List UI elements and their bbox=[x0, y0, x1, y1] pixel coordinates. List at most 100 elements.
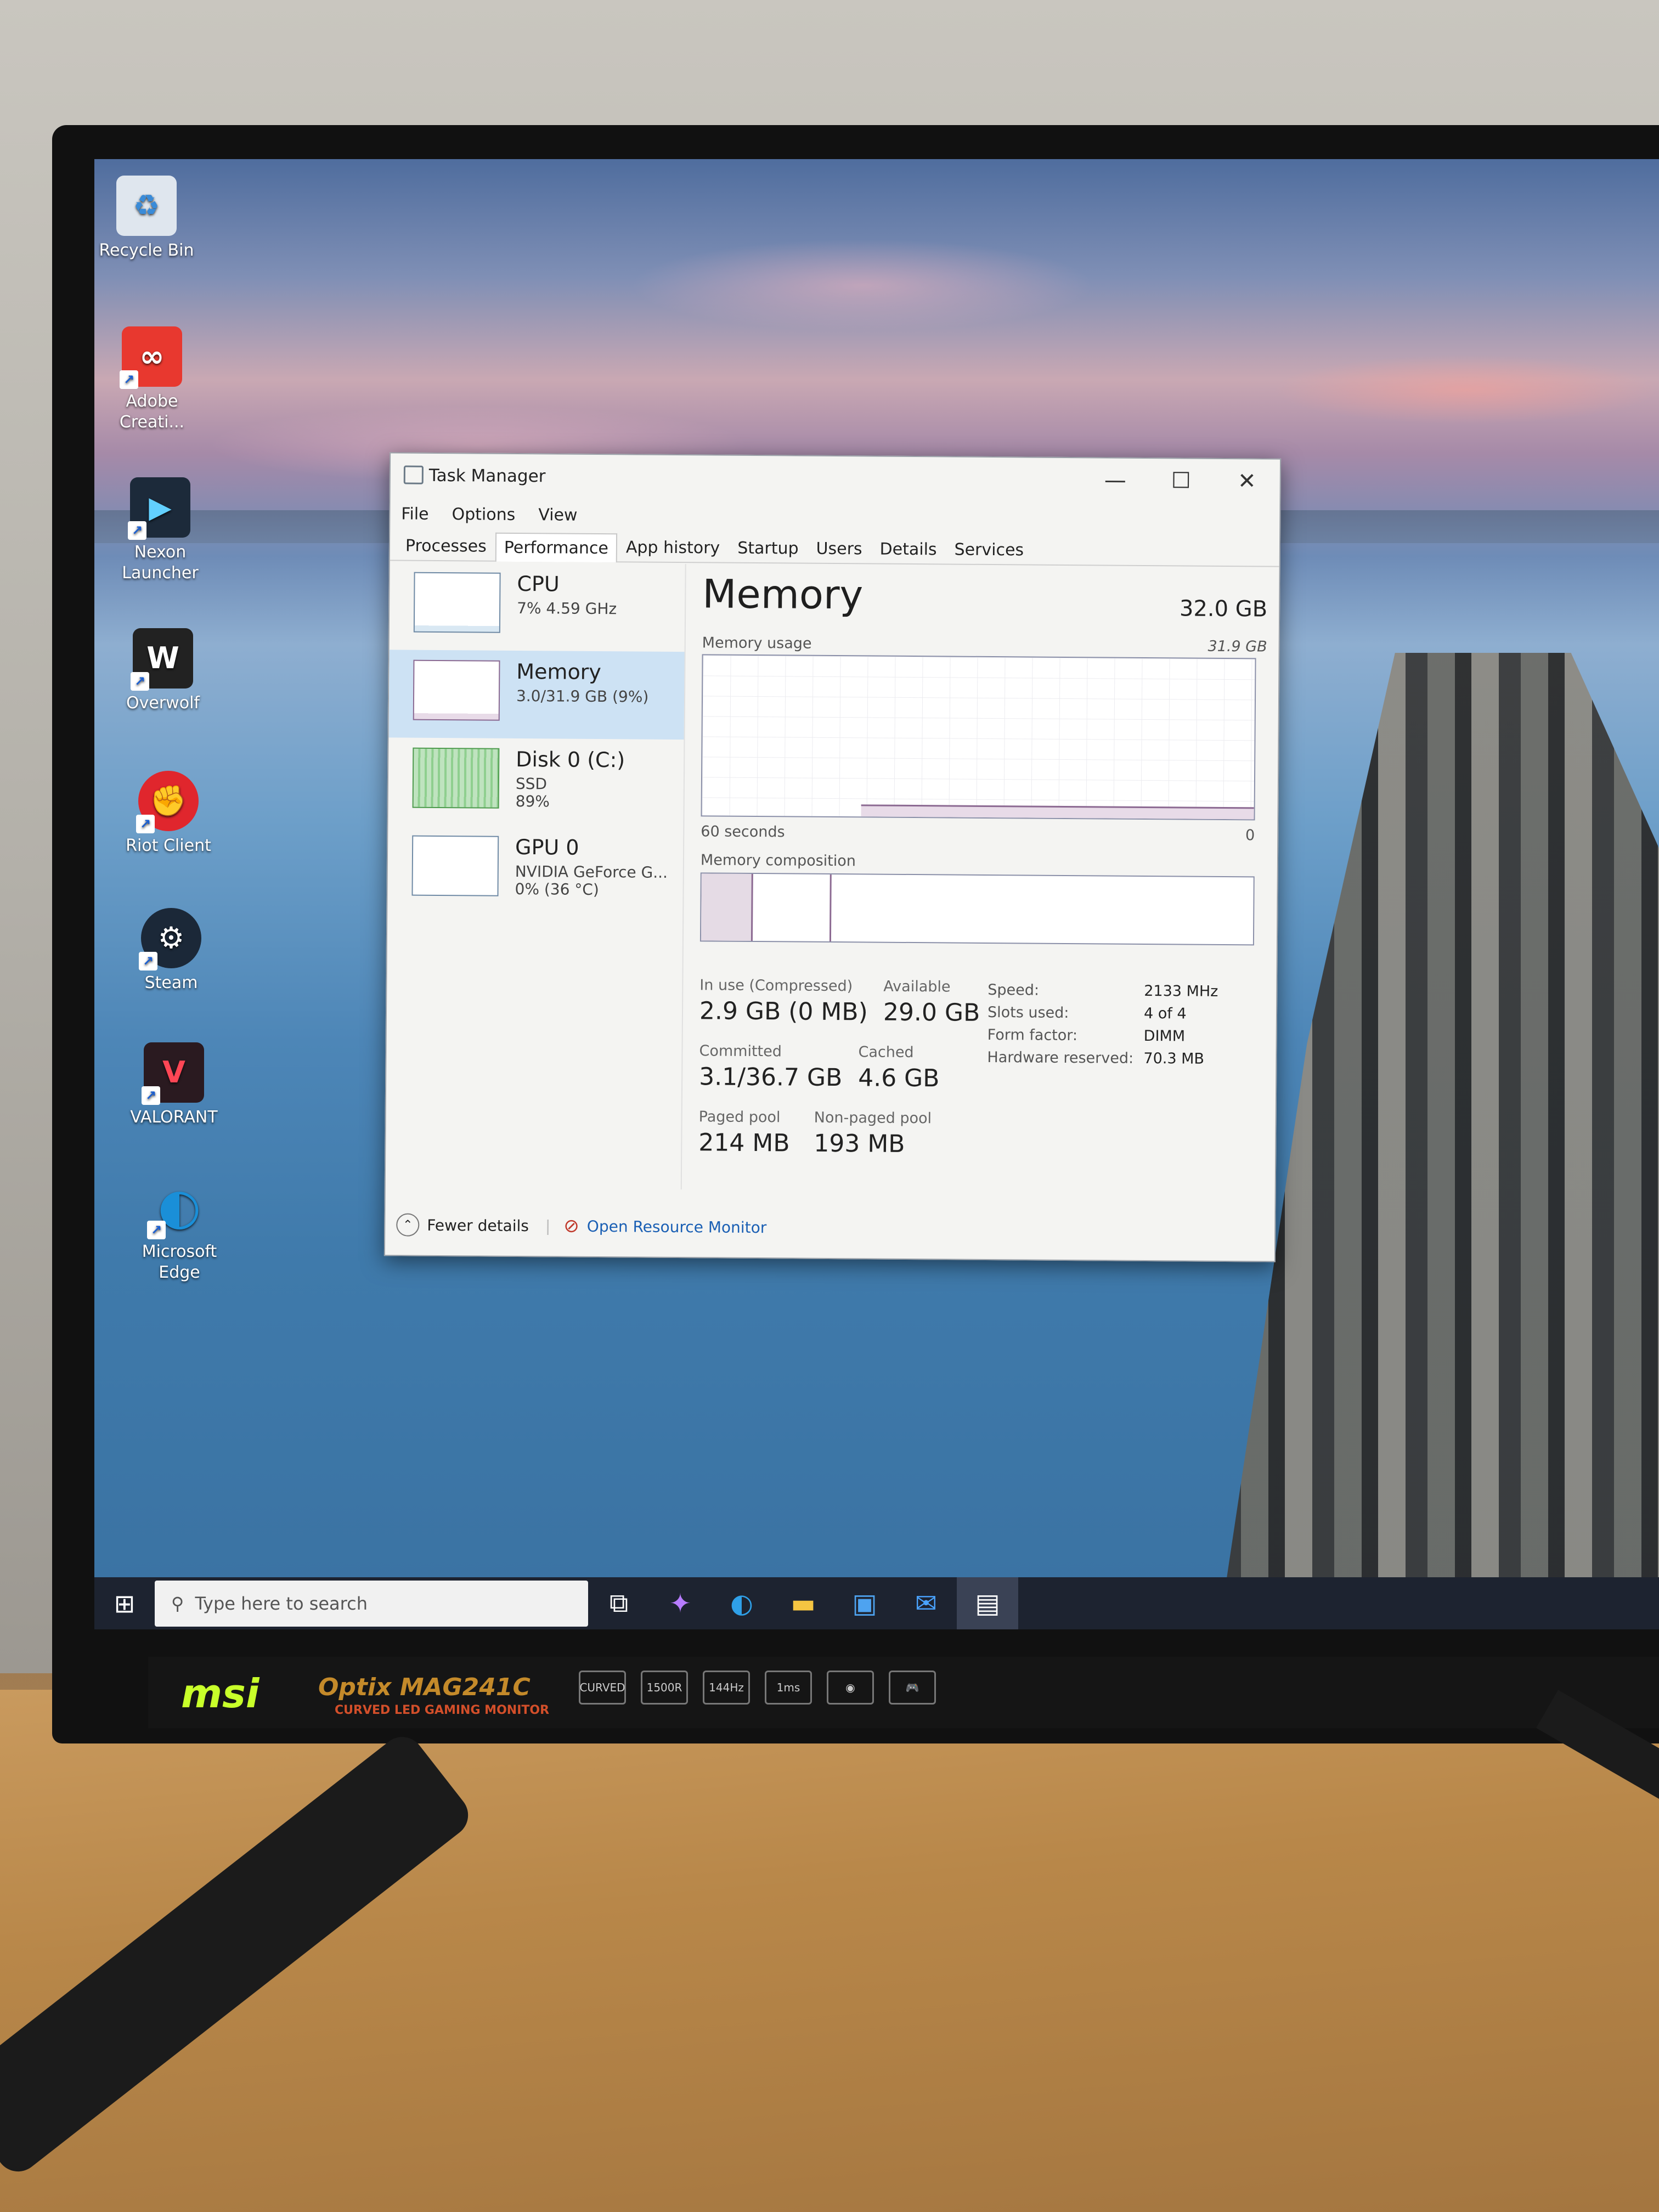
stat-non-paged-pool: Non-paged pool 193 MB bbox=[814, 1109, 932, 1158]
form-factor-label: Form factor: bbox=[987, 1026, 1078, 1045]
stat-in-use: In use (Compressed) 2.9 GB (0 MB) bbox=[699, 977, 868, 1026]
adobe-creative-cloud-icon: ∞ ↗ bbox=[120, 326, 182, 389]
desktop-icon-nexon[interactable]: ▶ ↗ Nexon Launcher bbox=[105, 477, 215, 584]
memory-usage-label: Memory usage bbox=[702, 634, 812, 652]
tab-details[interactable]: Details bbox=[871, 534, 945, 563]
badge-gaming-osd-icon: 🎮 bbox=[889, 1671, 936, 1705]
shortcut-arrow-icon: ↗ bbox=[136, 815, 155, 833]
wallpaper-pier bbox=[1219, 653, 1659, 1629]
taskbar: ⊞ ⚲ Type here to search ⧉ ✦ ◐ ▬ ▣ ✉ ▤ bbox=[94, 1577, 1659, 1629]
task-manager-window: Task Manager — ☐ ✕ File Options View Pro… bbox=[383, 452, 1282, 1262]
desktop-icon-steam[interactable]: ⚙ ↗ Steam bbox=[116, 908, 226, 994]
composition-modified bbox=[754, 874, 832, 941]
badge-frameless-icon: ◉ bbox=[827, 1671, 874, 1705]
windows-logo-icon: ⊞ bbox=[114, 1588, 136, 1618]
graph-time-left: 60 seconds bbox=[701, 823, 785, 841]
msi-logo: msi bbox=[181, 1671, 259, 1717]
start-button[interactable]: ⊞ bbox=[94, 1577, 155, 1629]
shortcut-arrow-icon: ↗ bbox=[131, 672, 149, 691]
resource-memory[interactable]: Memory 3.0/31.9 GB (9%) bbox=[388, 650, 685, 740]
tab-startup[interactable]: Startup bbox=[729, 533, 808, 563]
chevron-up-icon[interactable]: ⌃ bbox=[396, 1213, 420, 1237]
search-placeholder: Type here to search bbox=[195, 1593, 368, 1614]
riot-client-icon: ✊ ↗ bbox=[136, 771, 199, 833]
hardware-reserved-label: Hardware reserved: bbox=[987, 1048, 1134, 1067]
speed-value: 2133 MHz bbox=[1144, 982, 1218, 1000]
mail-icon[interactable]: ✉ bbox=[895, 1577, 957, 1629]
task-manager-app-icon bbox=[403, 465, 424, 484]
graph-time-right: 0 bbox=[1245, 827, 1255, 844]
menu-bar: File Options View bbox=[390, 497, 1279, 536]
desktop-icon-edge[interactable]: ◐ ↗ Microsoft Edge bbox=[125, 1177, 234, 1283]
memory-composition-label: Memory composition bbox=[700, 851, 856, 870]
minimize-button[interactable]: — bbox=[1082, 458, 1149, 503]
task-manager-taskbar-icon[interactable]: ▤ bbox=[957, 1577, 1018, 1629]
shortcut-arrow-icon: ↗ bbox=[139, 952, 157, 970]
valorant-icon: V ↗ bbox=[142, 1042, 204, 1105]
steam-icon: ⚙ ↗ bbox=[139, 908, 201, 970]
search-icon: ⚲ bbox=[171, 1593, 184, 1614]
stat-cached: Cached 4.6 GB bbox=[858, 1043, 940, 1093]
fewer-details-link[interactable]: Fewer details bbox=[427, 1216, 529, 1234]
desktop-icon-adobe[interactable]: ∞ ↗ Adobe Creati... bbox=[97, 326, 207, 433]
gpu-mini-graph bbox=[411, 835, 499, 896]
window-title: Task Manager bbox=[428, 465, 546, 487]
resource-gpu[interactable]: GPU 0 NVIDIA GeForce G... 0% (36 °C) bbox=[387, 825, 683, 915]
nexon-launcher-icon: ▶ ↗ bbox=[128, 477, 190, 540]
badge-1500r: 1500R bbox=[641, 1671, 688, 1705]
close-button[interactable]: ✕ bbox=[1214, 459, 1280, 504]
badge-144hz: 144Hz bbox=[703, 1671, 750, 1705]
memory-usage-max: 31.9 GB bbox=[1207, 637, 1267, 656]
shortcut-arrow-icon: ↗ bbox=[147, 1221, 166, 1239]
speed-label: Speed: bbox=[988, 981, 1040, 999]
composition-in-use bbox=[701, 873, 753, 941]
menu-file[interactable]: File bbox=[401, 504, 428, 523]
tab-app-history[interactable]: App history bbox=[617, 532, 729, 562]
edge-taskbar-icon[interactable]: ◐ bbox=[711, 1577, 772, 1629]
tab-performance[interactable]: Performance bbox=[495, 532, 618, 563]
badge-1ms: 1ms bbox=[765, 1671, 812, 1705]
form-factor-value: DIMM bbox=[1143, 1027, 1186, 1045]
shortcut-arrow-icon: ↗ bbox=[120, 370, 138, 389]
maximize-button[interactable]: ☐ bbox=[1148, 459, 1215, 503]
tab-processes[interactable]: Processes bbox=[397, 531, 495, 560]
copilot-icon[interactable]: ✦ bbox=[650, 1577, 711, 1629]
menu-options[interactable]: Options bbox=[452, 505, 515, 524]
resource-monitor-icon: ⊘ bbox=[563, 1215, 579, 1237]
open-resource-monitor-link[interactable]: Open Resource Monitor bbox=[587, 1217, 767, 1236]
task-view-icon[interactable]: ⧉ bbox=[588, 1577, 650, 1629]
overwolf-icon: W ↗ bbox=[131, 628, 193, 691]
microsoft-store-icon[interactable]: ▣ bbox=[834, 1577, 895, 1629]
desktop-icon-riot[interactable]: ✊ ↗ Riot Client bbox=[114, 771, 223, 856]
badge-curved: CURVED bbox=[579, 1671, 626, 1705]
memory-total: 32.0 GB bbox=[1179, 596, 1268, 622]
resource-disk[interactable]: Disk 0 (C:) SSD 89% bbox=[388, 737, 684, 827]
recycle-bin-icon: ♻ bbox=[116, 176, 177, 236]
memory-mini-graph bbox=[413, 659, 500, 721]
stat-paged-pool: Paged pool 214 MB bbox=[698, 1108, 790, 1158]
slots-value: 4 of 4 bbox=[1143, 1005, 1187, 1023]
tab-users[interactable]: Users bbox=[807, 534, 871, 563]
shortcut-arrow-icon: ↗ bbox=[128, 521, 146, 540]
desktop-icon-valorant[interactable]: V ↗ VALORANT bbox=[119, 1042, 229, 1128]
title-bar: Task Manager — ☐ ✕ bbox=[391, 453, 1280, 503]
cpu-mini-graph bbox=[413, 572, 501, 633]
stat-available: Available 29.0 GB bbox=[883, 978, 980, 1027]
taskbar-search-box[interactable]: ⚲ Type here to search bbox=[155, 1580, 588, 1627]
close-icon: ✕ bbox=[1237, 469, 1256, 494]
memory-composition-bar bbox=[699, 872, 1255, 946]
hardware-reserved-value: 70.3 MB bbox=[1143, 1049, 1205, 1068]
resource-list: CPU 7% 4.59 GHz Memory 3.0/31.9 GB (9%) … bbox=[385, 562, 686, 1190]
tab-services[interactable]: Services bbox=[945, 534, 1032, 564]
footer: ⌃ Fewer details | ⊘ Open Resource Monito… bbox=[385, 1194, 1275, 1261]
desktop-icon-recycle-bin[interactable]: ♻ Recycle Bin bbox=[94, 176, 201, 261]
memory-usage-graph bbox=[701, 654, 1256, 821]
resource-cpu[interactable]: CPU 7% 4.59 GHz bbox=[390, 562, 685, 652]
disk-mini-graph bbox=[412, 747, 500, 809]
minimize-icon: — bbox=[1104, 467, 1126, 493]
menu-view[interactable]: View bbox=[538, 505, 577, 524]
file-explorer-icon[interactable]: ▬ bbox=[772, 1577, 834, 1629]
footer-divider: | bbox=[545, 1216, 551, 1235]
desktop-icon-overwolf[interactable]: W ↗ Overwolf bbox=[108, 628, 218, 714]
tab-bar: Processes Performance App history Startu… bbox=[390, 530, 1280, 567]
